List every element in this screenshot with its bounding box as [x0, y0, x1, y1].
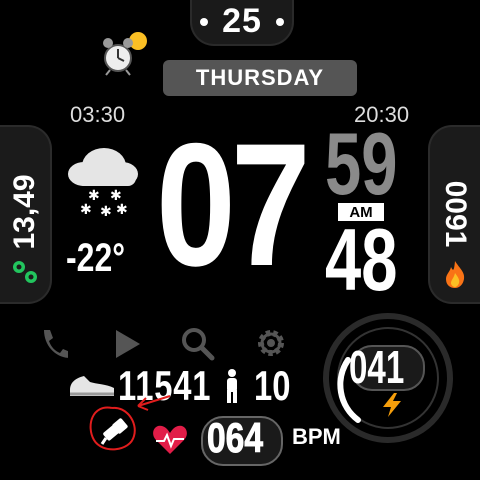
- minute: 59: [325, 114, 398, 213]
- alarm-icon[interactable]: [100, 28, 150, 78]
- person-icon: [227, 369, 237, 403]
- phone-icon[interactable]: [38, 326, 68, 360]
- heart-rate-unit: BPM: [292, 424, 341, 449]
- temperature: -22°: [66, 236, 126, 280]
- lightning-icon: [383, 393, 401, 417]
- right-complication[interactable]: 0091: [428, 125, 480, 304]
- location-pins-icon: [13, 261, 37, 283]
- sunrise-time: 03:30: [70, 102, 126, 127]
- svg-text:✱: ✱: [80, 201, 92, 217]
- ring-value: 041: [349, 341, 405, 393]
- flame-icon: [446, 261, 465, 288]
- second: 48: [325, 210, 398, 309]
- weekday-label: THURSDAY: [163, 60, 357, 96]
- floors-count: 10: [254, 362, 291, 409]
- snow-cloud-icon: ✱ ✱ ✱ ✱ ✱: [68, 148, 138, 219]
- heart-icon: [153, 425, 187, 454]
- dot-indicator-right: [276, 18, 284, 26]
- date-complication[interactable]: 25: [190, 0, 294, 46]
- calories-value: 0091: [439, 180, 472, 248]
- gear-icon[interactable]: [254, 326, 288, 360]
- heart-rate-value: 064: [207, 414, 264, 462]
- distance-value: 13,49: [8, 174, 41, 250]
- svg-text:✱: ✱: [116, 201, 128, 217]
- search-icon[interactable]: [180, 326, 216, 362]
- hour: 07: [156, 108, 311, 303]
- flashlight-icon[interactable]: [98, 414, 132, 448]
- play-icon[interactable]: [112, 328, 142, 362]
- left-complication[interactable]: 13,49: [0, 125, 52, 304]
- svg-text:✱: ✱: [100, 203, 112, 219]
